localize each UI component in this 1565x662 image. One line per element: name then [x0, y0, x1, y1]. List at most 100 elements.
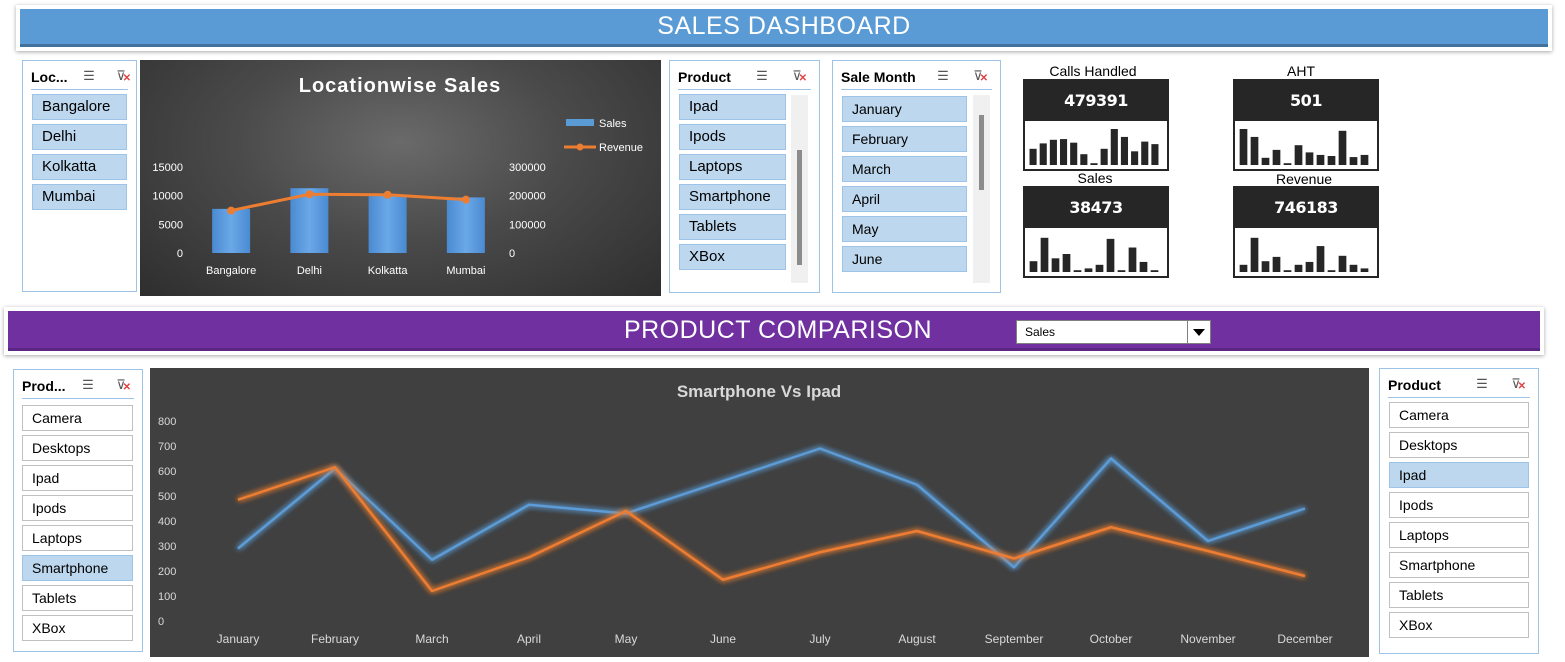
revenue-kpi-sparkline [1239, 237, 1369, 272]
clear-filter-icon[interactable]: ⊽ ✕ [1508, 376, 1526, 392]
slicer-item-march[interactable]: March [842, 156, 967, 182]
metric-dropdown[interactable]: Sales [1016, 320, 1211, 344]
product-slicer-scrollbar[interactable] [791, 95, 808, 283]
locationwise-sales-svg: Locationwise Sales 0 5000 10000 15000 0 100000… [152, 75, 643, 277]
sparkline-bar [1327, 156, 1336, 165]
y2-tick-label: 100000 [509, 219, 546, 231]
sparkline-bar [1305, 261, 1314, 272]
multi-select-icon[interactable]: ☰ [1474, 376, 1490, 392]
product-slicer-scroll-thumb[interactable] [797, 150, 802, 265]
revenue-line [230, 192, 466, 213]
multi-select-icon[interactable]: ☰ [80, 377, 96, 393]
slicer-item-february[interactable]: February [842, 126, 967, 152]
sparkline-bar [1029, 261, 1038, 272]
slicer-item-bangalore[interactable]: Bangalore [32, 94, 127, 120]
sale-month-slicer-scroll-thumb[interactable] [979, 115, 984, 190]
sparkline-bar [1100, 148, 1108, 165]
dropdown-arrow-button[interactable] [1187, 321, 1210, 343]
slicer-item-may[interactable]: May [842, 216, 967, 242]
y-tick-label: 5000 [159, 219, 183, 231]
slicer-item-smartphone[interactable]: Smartphone [679, 184, 786, 210]
multi-select-icon[interactable]: ☰ [935, 68, 951, 84]
y-tick-label: 600 [158, 466, 176, 478]
sparkline-bar [1139, 261, 1148, 272]
slicer-item-desktops[interactable]: Desktops [22, 435, 133, 461]
revenue-point [227, 206, 236, 215]
slicer-item-ipods[interactable]: Ipods [679, 124, 786, 150]
slicer-item-xbox[interactable]: XBox [1389, 612, 1529, 638]
sparkline-bar [1360, 154, 1369, 165]
slicer-item-mumbai[interactable]: Mumbai [32, 184, 127, 210]
slicer-item-ipods[interactable]: Ipods [22, 495, 133, 521]
product-slicer-title: Product [678, 69, 731, 85]
slicer-item-smartphone[interactable]: Smartphone [1389, 552, 1529, 578]
legend-sales-swatch [566, 119, 594, 126]
slicer-item-kolkatta[interactable]: Kolkatta [32, 154, 127, 180]
sale-month-slicer-scrollbar[interactable] [973, 95, 990, 283]
legend-revenue-label: Revenue [599, 142, 643, 154]
slicer-item-laptops[interactable]: Laptops [22, 525, 133, 551]
slicer-item-xbox[interactable]: XBox [22, 615, 133, 641]
multi-select-icon[interactable]: ☰ [754, 68, 770, 84]
aht-value: 501 [1235, 81, 1377, 121]
compare-right-slicer-title: Product [1388, 377, 1441, 393]
sparkline-bar [1239, 264, 1248, 272]
location-slicer-title: Loc... [31, 69, 68, 85]
multi-select-icon[interactable]: ☰ [81, 68, 97, 84]
x-tick-label: October [1090, 632, 1133, 646]
sparkline-bar [1141, 141, 1149, 165]
x-tick-label: August [898, 632, 936, 646]
slicer-item-xbox[interactable]: XBox [679, 244, 786, 270]
slicer-item-desktops[interactable]: Desktops [1389, 432, 1529, 458]
slicer-item-january[interactable]: January [842, 96, 967, 122]
x-tick-label: March [415, 632, 448, 646]
sparkline-bar [1029, 148, 1037, 165]
clear-filter-icon[interactable]: ⊽ ✕ [970, 68, 988, 84]
slicer-item-ipad[interactable]: Ipad [1389, 462, 1529, 488]
x-tick-label: June [710, 632, 736, 646]
sale-month-slicer: Sale Month ☰ ⊽ ✕ January February March Apri… [832, 60, 1001, 293]
slicer-item-ipad[interactable]: Ipad [22, 465, 133, 491]
aht-card: 501 [1233, 79, 1379, 171]
legend-revenue-marker [576, 143, 584, 151]
sparkline-bar [1239, 129, 1248, 165]
slicer-item-tablets[interactable]: Tablets [22, 585, 133, 611]
sparkline-bar [1360, 268, 1369, 272]
slicer-item-tablets[interactable]: Tablets [1389, 582, 1529, 608]
slicer-item-laptops[interactable]: Laptops [1389, 522, 1529, 548]
smartphone-vs-ipad-chart: Smartphone Vs Ipad 0 100 200 300 400 500 600 700… [150, 368, 1369, 657]
sparkline-bar [1283, 163, 1292, 165]
chart-title: Smartphone Vs Ipad [677, 382, 841, 401]
slicer-item-laptops[interactable]: Laptops [679, 154, 786, 180]
product-comparison-title: PRODUCT COMPARISON [623, 316, 933, 344]
sale-month-slicer-header: Sale Month ☰ ⊽ ✕ [841, 67, 992, 90]
slicer-item-smartphone[interactable]: Smartphone [22, 555, 133, 581]
sale-month-slicer-title: Sale Month [841, 69, 916, 85]
sparkline-bar [1070, 142, 1078, 165]
slicer-item-tablets[interactable]: Tablets [679, 214, 786, 240]
calls-handled-value: 479391 [1025, 81, 1167, 121]
locationwise-sales-chart: Locationwise Sales 0 5000 10000 15000 0 100000… [140, 60, 661, 296]
slicer-item-april[interactable]: April [842, 186, 967, 212]
sparkline-bar [1349, 264, 1358, 272]
slicer-item-ipad[interactable]: Ipad [679, 94, 786, 120]
slicer-item-ipods[interactable]: Ipods [1389, 492, 1529, 518]
sparkline-bar [1084, 268, 1093, 272]
sparkline-bar [1090, 163, 1098, 165]
slicer-item-delhi[interactable]: Delhi [32, 124, 127, 150]
clear-filter-icon[interactable]: ⊽ ✕ [789, 68, 807, 84]
sparkline-bar [1316, 154, 1325, 165]
product-slicer: Product ☰ ⊽ ✕ Ipad Ipods Laptops Smartphone T… [669, 60, 820, 293]
sparkline-bar [1272, 149, 1281, 165]
slicer-item-camera[interactable]: Camera [1389, 402, 1529, 428]
clear-filter-icon[interactable]: ⊽ ✕ [113, 68, 131, 84]
sparkline-bar [1294, 264, 1303, 272]
slicer-item-camera[interactable]: Camera [22, 405, 133, 431]
y-tick-label: 300 [158, 541, 176, 553]
x-tick-label: May [615, 632, 638, 646]
clear-filter-icon[interactable]: ⊽ ✕ [113, 377, 131, 393]
y-tick-label: 400 [158, 516, 176, 528]
x-tick-label: February [311, 632, 359, 646]
sparkline-bar [1305, 152, 1314, 165]
slicer-item-june[interactable]: June [842, 246, 967, 272]
